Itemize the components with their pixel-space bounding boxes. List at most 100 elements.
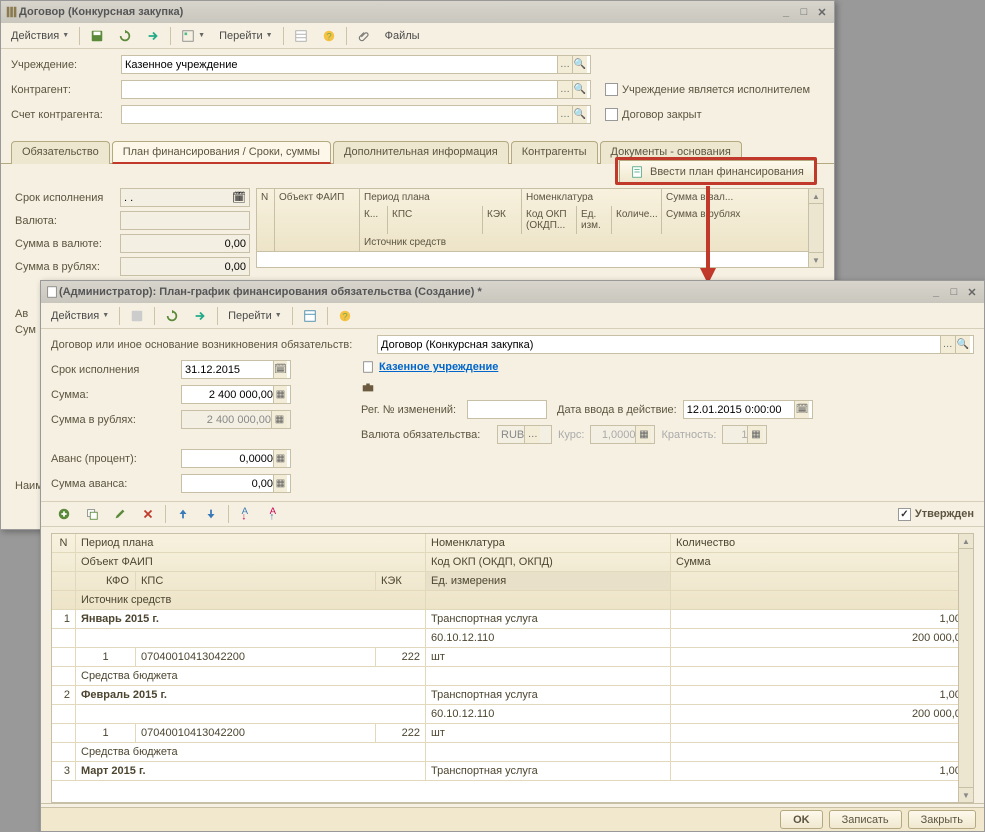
col-nomen[interactable]: Номенклатура bbox=[522, 189, 662, 206]
base-input[interactable] bbox=[381, 339, 940, 351]
col-src[interactable]: Источник средств bbox=[76, 591, 426, 610]
col-faip[interactable]: Объект ФАИП bbox=[275, 189, 360, 251]
move-up-button[interactable] bbox=[170, 504, 196, 524]
save-icon-button[interactable] bbox=[84, 26, 110, 46]
minimize-button[interactable]: _ bbox=[928, 285, 944, 299]
due-input[interactable] bbox=[185, 364, 273, 376]
contr-field[interactable]: …🔍 bbox=[121, 80, 591, 99]
edit-row-button[interactable] bbox=[107, 504, 133, 524]
help-button[interactable]: ? bbox=[332, 306, 358, 326]
col-k[interactable]: К... bbox=[360, 206, 388, 234]
save-icon-button[interactable] bbox=[124, 306, 150, 326]
lookup-button[interactable]: 🔍 bbox=[572, 106, 587, 123]
tab-contractors[interactable]: Контрагенты bbox=[511, 141, 598, 164]
col-ed[interactable]: Ед. измерения bbox=[426, 572, 671, 591]
advp-input[interactable] bbox=[185, 453, 273, 465]
grid-body[interactable]: 1Январь 2015 г.Транспортная услуга1,0006… bbox=[52, 610, 973, 781]
col-src[interactable]: Источник средств bbox=[360, 234, 823, 251]
org-input[interactable] bbox=[125, 59, 557, 71]
col-qty[interactable]: Количе... bbox=[612, 206, 662, 234]
date-field[interactable]: 🗓 bbox=[683, 400, 813, 419]
actions-menu[interactable]: Действия▼ bbox=[5, 26, 75, 46]
calc-icon[interactable]: ▦ bbox=[273, 450, 287, 467]
tab-additional[interactable]: Дополнительная информация bbox=[333, 141, 509, 164]
col-kek[interactable]: КЭК bbox=[483, 206, 522, 234]
col-kfo[interactable]: КФО bbox=[76, 572, 136, 591]
col-kps[interactable]: КПС bbox=[388, 206, 483, 234]
col-period[interactable]: Период плана bbox=[76, 534, 426, 553]
titlebar[interactable]: Договор (Конкурсная закупка) _ □ ✕ bbox=[1, 1, 834, 23]
ellipsis-button[interactable]: … bbox=[524, 426, 540, 443]
attach-button[interactable] bbox=[351, 26, 377, 46]
col-okp[interactable]: Код ОКП (ОКДП, ОКПД) bbox=[426, 553, 671, 572]
minimize-button[interactable]: _ bbox=[778, 5, 794, 19]
col-n[interactable]: N bbox=[257, 189, 275, 251]
spreadsheet-button[interactable] bbox=[288, 26, 314, 46]
sumcur-field[interactable]: 0,00 bbox=[120, 234, 250, 253]
schedule-grid[interactable]: N Период плана Номенклатура Количество О… bbox=[51, 533, 974, 803]
sumrub-field[interactable]: 0,00 bbox=[120, 257, 250, 276]
col-sum[interactable]: Сумма bbox=[671, 553, 973, 572]
calendar-icon[interactable]: 🗓 bbox=[794, 401, 808, 418]
spreadsheet-button[interactable] bbox=[297, 306, 323, 326]
help-button[interactable]: ? bbox=[316, 26, 342, 46]
calendar-icon[interactable]: 🗓 bbox=[232, 191, 246, 204]
plan-grid[interactable]: N Объект ФАИП Период плана Номенклатура … bbox=[256, 188, 824, 268]
sort-asc-button[interactable]: A↓ bbox=[233, 504, 259, 524]
advp-field[interactable]: ▦ bbox=[181, 449, 291, 468]
save-button[interactable]: Записать bbox=[829, 810, 902, 829]
col-okp[interactable]: Код ОКП (ОКДП... bbox=[522, 206, 577, 234]
acct-input[interactable] bbox=[125, 109, 557, 121]
titlebar[interactable]: (Администратор): План-график финансирова… bbox=[41, 281, 984, 303]
ellipsis-button[interactable]: … bbox=[557, 56, 572, 73]
adv-field[interactable]: ▦ bbox=[181, 474, 291, 493]
close-button[interactable]: ✕ bbox=[964, 285, 980, 299]
sum-input[interactable] bbox=[185, 389, 273, 401]
ellipsis-button[interactable]: … bbox=[940, 336, 955, 353]
col-ed[interactable]: Ед. изм. bbox=[577, 206, 612, 234]
acct-field[interactable]: …🔍 bbox=[121, 105, 591, 124]
move-down-button[interactable] bbox=[198, 504, 224, 524]
sum-field[interactable]: ▦ bbox=[181, 385, 291, 404]
close-button[interactable]: Закрыть bbox=[908, 810, 976, 829]
col-sumv[interactable]: Сумма в вал... bbox=[662, 189, 823, 206]
delete-row-button[interactable] bbox=[135, 504, 161, 524]
close-button[interactable]: ✕ bbox=[814, 5, 830, 19]
col-qty[interactable]: Количество bbox=[671, 534, 973, 553]
calendar-icon[interactable]: 🗓 bbox=[273, 361, 287, 378]
table-row[interactable]: 3Март 2015 г.Транспортная услуга1,000 bbox=[52, 762, 973, 781]
table-row[interactable]: 2Февраль 2015 г.Транспортная услуга1,000… bbox=[52, 686, 973, 762]
files-button[interactable]: Файлы bbox=[379, 26, 426, 46]
due-field[interactable]: 🗓 bbox=[181, 360, 291, 379]
col-sumr[interactable]: Сумма в рублях bbox=[662, 206, 823, 234]
tab-obligation[interactable]: Обязательство bbox=[11, 141, 110, 164]
actions-menu[interactable]: Действия▼ bbox=[45, 306, 115, 326]
due-field[interactable]: . .🗓 bbox=[120, 188, 250, 207]
ellipsis-button[interactable]: … bbox=[557, 106, 572, 123]
adv-input[interactable] bbox=[185, 478, 273, 490]
col-period[interactable]: Период плана bbox=[360, 189, 522, 206]
maximize-button[interactable]: □ bbox=[946, 285, 962, 299]
org-link[interactable]: Казенное учреждение bbox=[379, 361, 498, 373]
goto-icon-button[interactable] bbox=[187, 306, 213, 326]
cur-field[interactable] bbox=[120, 211, 250, 230]
copy-row-button[interactable] bbox=[79, 504, 105, 524]
reg-field[interactable] bbox=[467, 400, 547, 419]
col-kek[interactable]: КЭК bbox=[376, 572, 426, 591]
goto-icon-button[interactable] bbox=[140, 26, 166, 46]
approved-checkbox[interactable]: ✓Утвержден bbox=[898, 508, 974, 521]
goto-menu[interactable]: Перейти▼ bbox=[222, 306, 288, 326]
goto-menu[interactable]: Перейти▼ bbox=[213, 26, 279, 46]
org-field[interactable]: …🔍 bbox=[121, 55, 591, 74]
reg-input[interactable] bbox=[471, 404, 543, 416]
add-row-button[interactable] bbox=[51, 504, 77, 524]
col-nomen[interactable]: Номенклатура bbox=[426, 534, 671, 553]
base-field[interactable]: …🔍 bbox=[377, 335, 974, 354]
table-row[interactable]: 1Январь 2015 г.Транспортная услуга1,0006… bbox=[52, 610, 973, 686]
maximize-button[interactable]: □ bbox=[796, 5, 812, 19]
struct-menu[interactable]: ▼ bbox=[175, 26, 211, 46]
ok-button[interactable]: OK bbox=[780, 810, 823, 829]
date-input[interactable] bbox=[687, 404, 795, 416]
org-executor-checkbox[interactable]: Учреждение является исполнителем bbox=[605, 83, 810, 96]
col-kps[interactable]: КПС bbox=[136, 572, 376, 591]
